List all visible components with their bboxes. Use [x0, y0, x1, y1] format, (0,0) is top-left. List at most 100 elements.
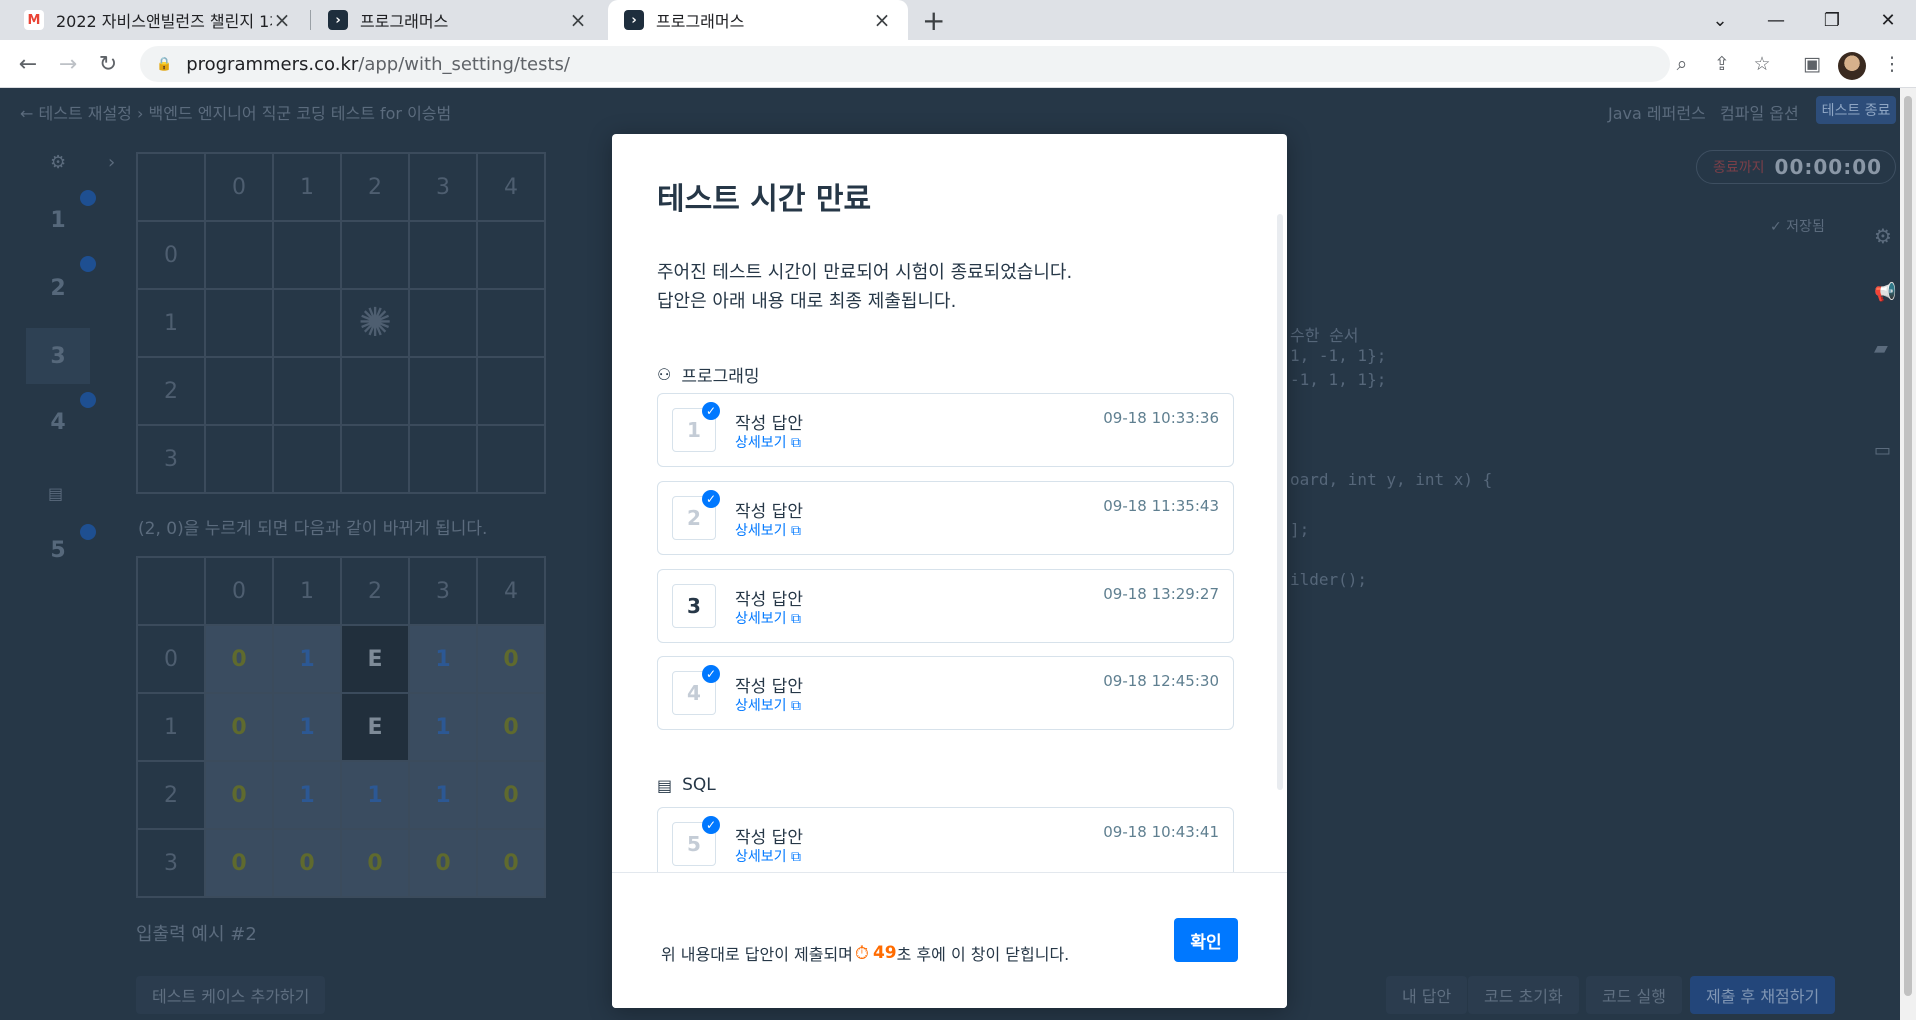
code-run-button[interactable]: 코드 실행 — [1586, 976, 1682, 1014]
tab-title: 프로그래머스 — [360, 12, 449, 31]
breadcrumb-back[interactable]: 테스트 재설정 — [39, 104, 132, 123]
bookmark-star-icon[interactable]: ☆ — [1746, 48, 1778, 80]
auto-close-notice: 위 내용대로 답안이 제출되며 ⏱ 49 초 후에 이 창이 닫힙니다. — [661, 942, 1070, 965]
breadcrumb-title: 백엔드 엔지니어 직군 코딩 테스트 for 이승범 — [148, 104, 452, 123]
window-close-icon[interactable]: ✕ — [1860, 0, 1916, 40]
answer-card-3: 3 작성 답안 상세보기 ⧉ 09-18 13:29:27 — [657, 569, 1234, 643]
expand-chevron-icon[interactable]: › — [108, 152, 115, 173]
compile-options-link[interactable]: 컴파일 옵션 — [1720, 100, 1799, 124]
answer-card-4: 4 ✓ 작성 답안 상세보기 ⧉ 09-18 12:45:30 — [657, 656, 1234, 730]
close-icon[interactable]: × — [568, 8, 588, 32]
programmers-icon: › — [624, 10, 644, 30]
restore-icon[interactable]: ❐ — [1804, 0, 1860, 40]
programmers-icon: › — [328, 10, 348, 30]
countdown-seconds: 49 — [872, 943, 897, 963]
announcement-icon[interactable]: 📢 — [1874, 282, 1896, 303]
check-icon: ✓ — [702, 665, 720, 683]
close-icon[interactable]: × — [872, 8, 892, 32]
check-icon — [80, 190, 96, 206]
countdown-timer: 종료까지 00:00:00 — [1696, 150, 1896, 184]
breadcrumb: ← 테스트 재설정 › 백엔드 엔지니어 직군 코딩 테스트 for 이승범 — [20, 104, 452, 123]
check-icon — [80, 392, 96, 408]
profile-avatar[interactable] — [1838, 52, 1866, 80]
grid-caption: (2, 0)을 누르게 되면 다음과 같이 바뀌게 됩니다. — [138, 519, 488, 539]
url-host: programmers.co.kr — [186, 53, 359, 75]
url-field[interactable]: 🔒 programmers.co.kr/app/with_setting/tes… — [140, 46, 1670, 82]
submit-button[interactable]: 제출 후 채점하기 — [1690, 976, 1836, 1014]
minimize-icon[interactable]: — — [1748, 0, 1804, 40]
time-expired-modal: 테스트 시간 만료 주어진 테스트 시간이 만료되어 시험이 종료되었습니다. … — [612, 134, 1287, 1008]
bag-icon[interactable]: ▰ — [1874, 338, 1888, 359]
answer-label: 작성 답안 — [735, 414, 803, 434]
timer-label: 종료까지 — [1713, 160, 1765, 176]
back-arrow-icon[interactable]: ← — [20, 104, 39, 123]
answer-label: 작성 답안 — [735, 677, 803, 697]
answer-timestamp: 09-18 10:33:36 — [1103, 409, 1219, 427]
modal-title: 테스트 시간 만료 — [657, 182, 872, 217]
io-example-title: 입출력 예시 #2 — [136, 924, 257, 945]
answer-card-5: 5 ✓ 작성 답안 상세보기 ⧉ 09-18 10:43:41 — [657, 807, 1234, 881]
message-icon[interactable]: ▭ — [1874, 440, 1891, 461]
forward-arrow-icon[interactable]: → — [52, 48, 84, 80]
settings-gear-icon[interactable]: ⚙ — [1874, 224, 1892, 248]
external-link-icon: ⧉ — [790, 849, 801, 865]
detail-link[interactable]: 상세보기 ⧉ — [735, 695, 801, 715]
browser-tab-bar: M 2022 자비스앤빌런즈 챌린지 1차 × › 프로그래머스 × › 프로그… — [0, 0, 1916, 40]
back-arrow-icon[interactable]: ← — [12, 48, 44, 80]
answer-card-2: 2 ✓ 작성 답안 상세보기 ⧉ 09-18 11:35:43 — [657, 481, 1234, 555]
add-testcase-button[interactable]: 테스트 케이스 추가하기 — [136, 976, 326, 1014]
detail-link[interactable]: 상세보기 ⧉ — [735, 520, 801, 540]
modal-footer: 위 내용대로 답안이 제출되며 ⏱ 49 초 후에 이 창이 닫힙니다. 확인 — [612, 872, 1287, 1008]
check-icon: ✓ — [702, 816, 720, 834]
code-line: 1, -1, 1}; — [1290, 346, 1387, 365]
answer-label: 작성 답안 — [735, 502, 803, 522]
check-icon: ✓ — [702, 490, 720, 508]
tab-search-chevron-icon[interactable]: ⌄ — [1692, 0, 1748, 40]
section-sql: ▤ SQL — [657, 775, 716, 795]
timer-value: 00:00:00 — [1774, 155, 1883, 179]
code-line: ]; — [1290, 520, 1310, 539]
browser-tab-programmers-active[interactable]: › 프로그래머스 × — [608, 0, 908, 40]
confirm-button[interactable]: 확인 — [1174, 918, 1238, 962]
code-line: ilder(); — [1290, 570, 1368, 589]
close-icon[interactable]: × — [272, 8, 292, 32]
more-menu-icon[interactable]: ⋮ — [1876, 48, 1908, 80]
compass-icon: ✺ — [340, 288, 410, 358]
address-bar: ← → ↻ 🔒 programmers.co.kr/app/with_setti… — [0, 40, 1916, 88]
answer-timestamp: 09-18 12:45:30 — [1103, 672, 1219, 690]
check-icon — [80, 524, 96, 540]
sql-icon: ▤ — [657, 775, 673, 795]
code-line: oard, int y, int x) { — [1290, 470, 1493, 489]
code-line: -1, 1, 1}; — [1290, 370, 1387, 389]
external-link-icon: ⧉ — [790, 611, 801, 627]
reload-icon[interactable]: ↻ — [92, 48, 124, 80]
detail-link[interactable]: 상세보기 ⧉ — [735, 432, 801, 452]
example-grid-before: 01234 0 1 ✺ 2 3 — [136, 152, 546, 494]
share-icon[interactable]: ⇪ — [1706, 48, 1738, 80]
modal-message: 주어진 테스트 시간이 만료되어 시험이 종료되었습니다. 답안은 아래 내용 … — [657, 262, 1073, 312]
java-reference-link[interactable]: Java 레퍼런스 — [1608, 100, 1706, 124]
detail-link[interactable]: 상세보기 ⧉ — [735, 846, 801, 866]
answer-label: 작성 답안 — [735, 590, 803, 610]
browser-tab-gmail[interactable]: M 2022 자비스앤빌런즈 챌린지 1차 × — [8, 0, 308, 40]
lock-icon: 🔒 — [156, 56, 173, 72]
code-line: 수한 순서 — [1290, 326, 1359, 345]
zoom-icon[interactable]: ⌕ — [1666, 48, 1698, 80]
modal-scrollbar[interactable] — [1277, 214, 1283, 790]
page-scrollbar[interactable] — [1900, 88, 1916, 1020]
autosave-status: ✓ 저장됨 — [1770, 219, 1825, 235]
question-list-icon[interactable]: ⚙ — [50, 152, 66, 173]
tab-title: 2022 자비스앤빌런즈 챌린지 1차 — [56, 12, 272, 31]
external-link-icon: ⧉ — [790, 435, 801, 451]
tab-title: 프로그래머스 — [656, 12, 745, 31]
my-answer-button[interactable]: 내 답안 — [1386, 976, 1468, 1014]
browser-tab-programmers-1[interactable]: › 프로그래머스 × — [312, 0, 604, 40]
stopwatch-icon: ⏱ — [854, 942, 869, 964]
new-tab-plus-icon[interactable]: + — [922, 4, 945, 37]
question-nav-3[interactable]: 3 — [26, 328, 90, 384]
side-panel-icon[interactable]: ▣ — [1796, 48, 1828, 80]
programming-icon: ⚇ — [657, 365, 672, 384]
detail-link[interactable]: 상세보기 ⧉ — [735, 608, 801, 628]
code-reset-button[interactable]: 코드 초기화 — [1468, 976, 1579, 1014]
end-test-button[interactable]: 테스트 종료 — [1816, 96, 1896, 124]
